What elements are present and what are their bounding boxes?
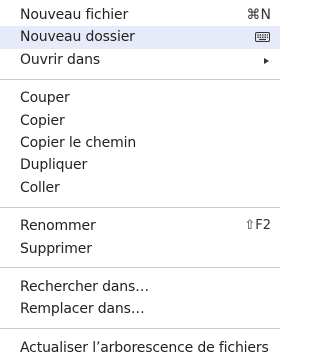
menu-item-find-in[interactable]: Rechercher dans… <box>0 276 280 298</box>
menu-separator <box>0 78 280 80</box>
menu-item-copy-path[interactable]: Copier le chemin <box>0 132 280 154</box>
menu-item-label: Nouveau dossier <box>20 29 135 46</box>
keyboard-icon <box>255 32 270 43</box>
menu-item-label: Nouveau fichier <box>20 7 129 23</box>
menu-item-open-in[interactable]: Ouvrir dans <box>0 49 280 71</box>
menu-item-new-file[interactable]: Nouveau fichier ⌘N <box>0 4 280 26</box>
menu-item-paste[interactable]: Coller <box>0 177 280 199</box>
menu-item-label: Actualiser l’arborescence de fichiers <box>20 339 269 356</box>
menu-item-label: Copier le chemin <box>20 134 137 151</box>
menu-item-cut[interactable]: Couper <box>0 87 280 109</box>
menu-item-rename[interactable]: Renommer ⇧F2 <box>0 215 280 237</box>
menu-item-new-folder[interactable]: Nouveau dossier <box>0 26 280 49</box>
menu-item-label: Coller <box>20 179 60 196</box>
menu-separator <box>0 206 280 208</box>
shortcut-label: ⇧F2 <box>244 218 271 234</box>
menu-separator <box>0 267 280 269</box>
submenu-arrow-icon <box>264 57 269 64</box>
menu-item-duplicate[interactable]: Dupliquer <box>0 154 280 176</box>
menu-item-replace-in[interactable]: Remplacer dans… <box>0 298 280 320</box>
menu-item-label: Dupliquer <box>20 157 88 174</box>
context-menu: Nouveau fichier ⌘N Nouveau dossier Ouvri… <box>0 0 280 356</box>
menu-item-label: Supprimer <box>20 240 92 257</box>
menu-item-refresh-file-tree[interactable]: Actualiser l’arborescence de fichiers <box>0 337 280 359</box>
menu-item-delete[interactable]: Supprimer <box>0 238 280 260</box>
menu-item-label: Rechercher dans… <box>20 278 149 295</box>
menu-item-copy[interactable]: Copier <box>0 110 280 132</box>
shortcut-label: ⌘N <box>246 7 271 23</box>
menu-item-label: Copier <box>20 112 65 129</box>
menu-item-label: Ouvrir dans <box>20 51 101 68</box>
menu-separator <box>0 328 280 330</box>
menu-item-label: Couper <box>20 90 70 107</box>
menu-item-label: Remplacer dans… <box>20 301 145 318</box>
menu-item-label: Renommer <box>20 218 96 235</box>
